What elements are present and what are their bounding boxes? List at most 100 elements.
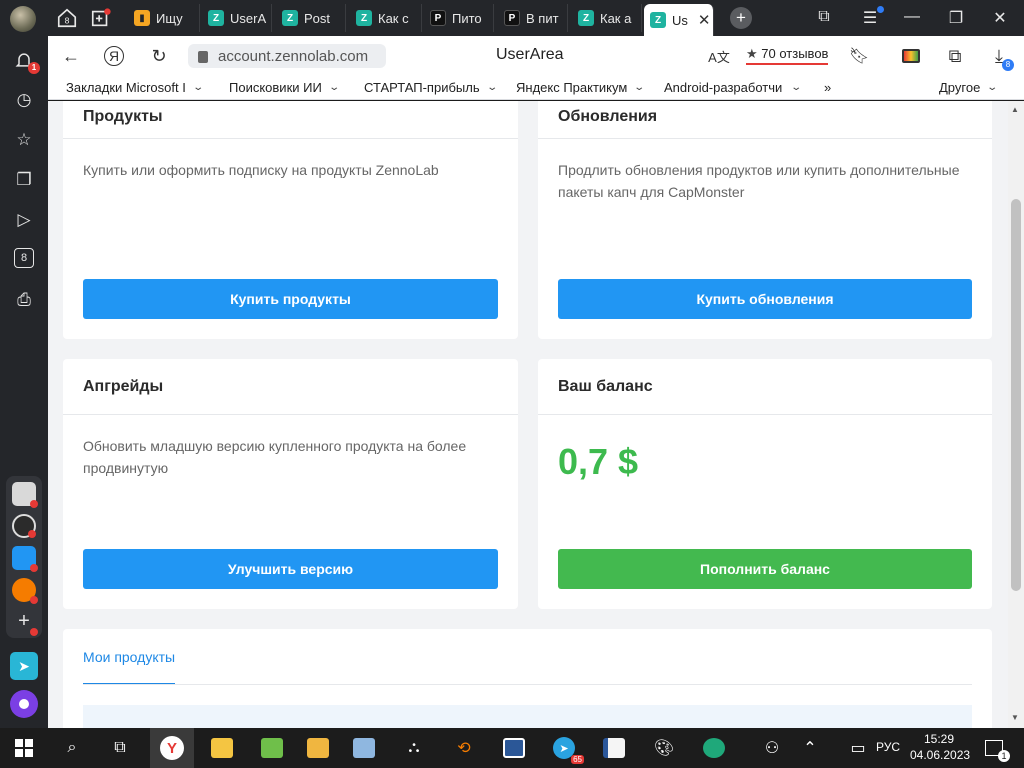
buy-products-button[interactable]: Купить продукты xyxy=(83,279,498,319)
image-viewer-icon[interactable] xyxy=(352,736,376,760)
reviews-button[interactable]: ★ 70 отзывов xyxy=(746,46,829,65)
tabs-divider xyxy=(83,684,972,685)
windows-start-icon[interactable] xyxy=(12,736,36,760)
restore-icon[interactable]: ❐ xyxy=(944,8,968,28)
bookmark-folder-ai-search[interactable]: Поисковики ИИ ⌄ xyxy=(229,80,340,95)
messenger-send-icon[interactable]: ➤ xyxy=(10,652,38,680)
chevron-down-icon: ⌄ xyxy=(485,82,498,93)
tab-5[interactable]: P Пито xyxy=(424,4,494,32)
language-indicator[interactable]: РУС xyxy=(876,740,900,754)
home-icon[interactable]: 8 xyxy=(54,5,80,31)
collections-icon[interactable]: ❐ xyxy=(12,168,36,192)
tab-1[interactable]: ▮ Ищу xyxy=(128,4,200,32)
clock-time[interactable]: 15:29 xyxy=(924,732,954,746)
word-document-icon[interactable] xyxy=(602,736,626,760)
network-app-icon[interactable]: ⛬ xyxy=(402,736,426,760)
app-gallery-icon[interactable] xyxy=(12,482,38,508)
network-icon[interactable]: ▭ xyxy=(846,736,870,760)
bookmark-folder-android[interactable]: Android-разработчи ⌄ xyxy=(664,80,806,95)
notifications-icon[interactable]: 1 xyxy=(12,48,40,74)
screenshot-camera-icon[interactable]: ⎙ xyxy=(12,288,36,312)
downloads-icon[interactable]: ⤓ 8 xyxy=(988,45,1014,71)
add-tab-icon[interactable]: + xyxy=(730,7,752,29)
pycharm-app-icon[interactable] xyxy=(502,736,526,760)
back-arrow-icon[interactable]: ← xyxy=(60,45,82,67)
zennolab-icon: Z xyxy=(356,10,372,26)
clock-date[interactable]: 04.06.2023 xyxy=(910,748,970,762)
tab-label: Us xyxy=(672,12,688,28)
alice-assistant-icon[interactable] xyxy=(10,690,38,718)
bookmark-folder-startup[interactable]: СТАРТАП-прибыль ⌄ xyxy=(364,80,498,95)
my-products-section: Мои продукты xyxy=(63,629,992,728)
app-market-cart-icon[interactable] xyxy=(12,546,38,572)
telegram-icon[interactable]: ➤ 65 xyxy=(552,736,584,764)
counter-8-icon[interactable]: 8 xyxy=(14,248,34,268)
profile-avatar[interactable] xyxy=(10,6,36,32)
zennolab-icon: Z xyxy=(208,10,224,26)
close-tab-icon[interactable]: ✕ xyxy=(698,11,711,29)
card-title: Апгрейды xyxy=(63,359,518,415)
tab-2[interactable]: Z UserA xyxy=(202,4,272,32)
chevron-down-icon: ⌄ xyxy=(633,82,646,93)
sync-app-icon[interactable]: ⟲ xyxy=(452,736,476,760)
action-center-icon[interactable]: 1 xyxy=(982,736,1010,762)
windows-taskbar: ⌕ ⧉ Y ⛬ ⟲ ➤ 65 🎨︎ ⚇ ⌃ ▭ РУС 15:29 04.06.… xyxy=(0,728,1024,768)
tabs-collection-icon[interactable]: ⧉ xyxy=(812,8,836,26)
gallery-app-icon[interactable] xyxy=(900,45,922,67)
task-view-icon[interactable]: ⧉ xyxy=(108,736,132,760)
bookmark-label: Закладки Microsoft Ir xyxy=(66,80,186,95)
search-icon[interactable]: ⌕ xyxy=(60,736,84,760)
tab-7[interactable]: Z Как а xyxy=(572,4,642,32)
bookmark-folder-microsoft[interactable]: Закладки Microsoft Ir ⌄ xyxy=(66,80,206,95)
scroll-up-arrow-icon[interactable]: ▲ xyxy=(1011,105,1019,114)
chart-app-icon[interactable] xyxy=(260,736,284,760)
card-title: Ваш баланс xyxy=(538,359,992,415)
history-icon[interactable]: ◷ xyxy=(12,88,36,112)
yandex-icon[interactable]: Я xyxy=(104,46,124,66)
page-content: Продукты Купить или оформить подписку на… xyxy=(48,101,1008,728)
minimize-icon[interactable]: — xyxy=(900,8,924,26)
top-up-balance-button[interactable]: Пополнить баланс xyxy=(558,549,972,589)
app-orange-icon[interactable] xyxy=(12,578,38,604)
yandex-browser-taskbar-icon[interactable]: Y xyxy=(150,728,194,768)
bookmark-icon[interactable]: 🔖︎ xyxy=(848,45,870,67)
extensions-icon[interactable]: ⧉ xyxy=(944,45,966,67)
page-scrollbar[interactable]: ▲ ▼ xyxy=(1008,101,1024,728)
tab-my-products[interactable]: Мои продукты xyxy=(83,649,176,685)
people-icon[interactable]: ⚇ xyxy=(760,736,784,760)
chevron-down-icon: ⌄ xyxy=(328,82,340,93)
translate-icon[interactable]: A文 xyxy=(708,45,730,67)
file-explorer-icon[interactable] xyxy=(210,736,234,760)
zennolab-icon: Z xyxy=(578,10,594,26)
new-tab-page-icon[interactable] xyxy=(88,5,114,31)
tab-4[interactable]: Z Как с xyxy=(350,4,422,32)
tab-3[interactable]: Z Post xyxy=(276,4,346,32)
tray-chevron-up-icon[interactable]: ⌃ xyxy=(798,736,822,760)
add-app-icon[interactable]: + xyxy=(12,610,38,636)
tab-active[interactable]: Z Us ✕ xyxy=(644,4,714,36)
app-clock-icon[interactable] xyxy=(12,514,36,538)
video-play-icon[interactable]: ▷ xyxy=(12,208,36,232)
menu-icon[interactable]: ☰ xyxy=(858,6,884,28)
address-bar[interactable]: account.zennolab.com xyxy=(188,44,386,68)
buy-updates-button[interactable]: Купить обновления xyxy=(558,279,972,319)
more-bookmarks-button[interactable]: » xyxy=(824,80,831,95)
bookmark-folder-yandex-practicum[interactable]: Яндекс Практикум ⌄ xyxy=(516,80,646,95)
favorites-star-icon[interactable]: ☆ xyxy=(12,128,36,152)
browser-tab-strip: 8 ▮ Ищу Z UserA Z Post Z Как с P Пито P … xyxy=(0,0,1024,36)
page-title: UserArea xyxy=(496,46,564,63)
mail-app-icon[interactable] xyxy=(306,736,330,760)
tab-6[interactable]: P В пит xyxy=(498,4,568,32)
tab-label: Как а xyxy=(600,10,632,26)
scrollbar-thumb[interactable] xyxy=(1011,199,1021,591)
upgrades-card: Апгрейды Обновить младшую версию купленн… xyxy=(63,359,518,609)
paint-app-icon[interactable]: 🎨︎ xyxy=(652,736,676,760)
close-window-icon[interactable]: ✕ xyxy=(988,8,1012,28)
reload-icon[interactable]: ↻ xyxy=(148,45,170,67)
scroll-down-arrow-icon[interactable]: ▼ xyxy=(1011,713,1019,722)
products-table-header xyxy=(83,705,972,728)
security-app-icon[interactable] xyxy=(702,736,726,760)
tab-label: Ищу xyxy=(156,10,183,26)
upgrade-version-button[interactable]: Улучшить версию xyxy=(83,549,498,589)
bookmark-folder-other[interactable]: Другое ⌄ xyxy=(939,80,998,95)
